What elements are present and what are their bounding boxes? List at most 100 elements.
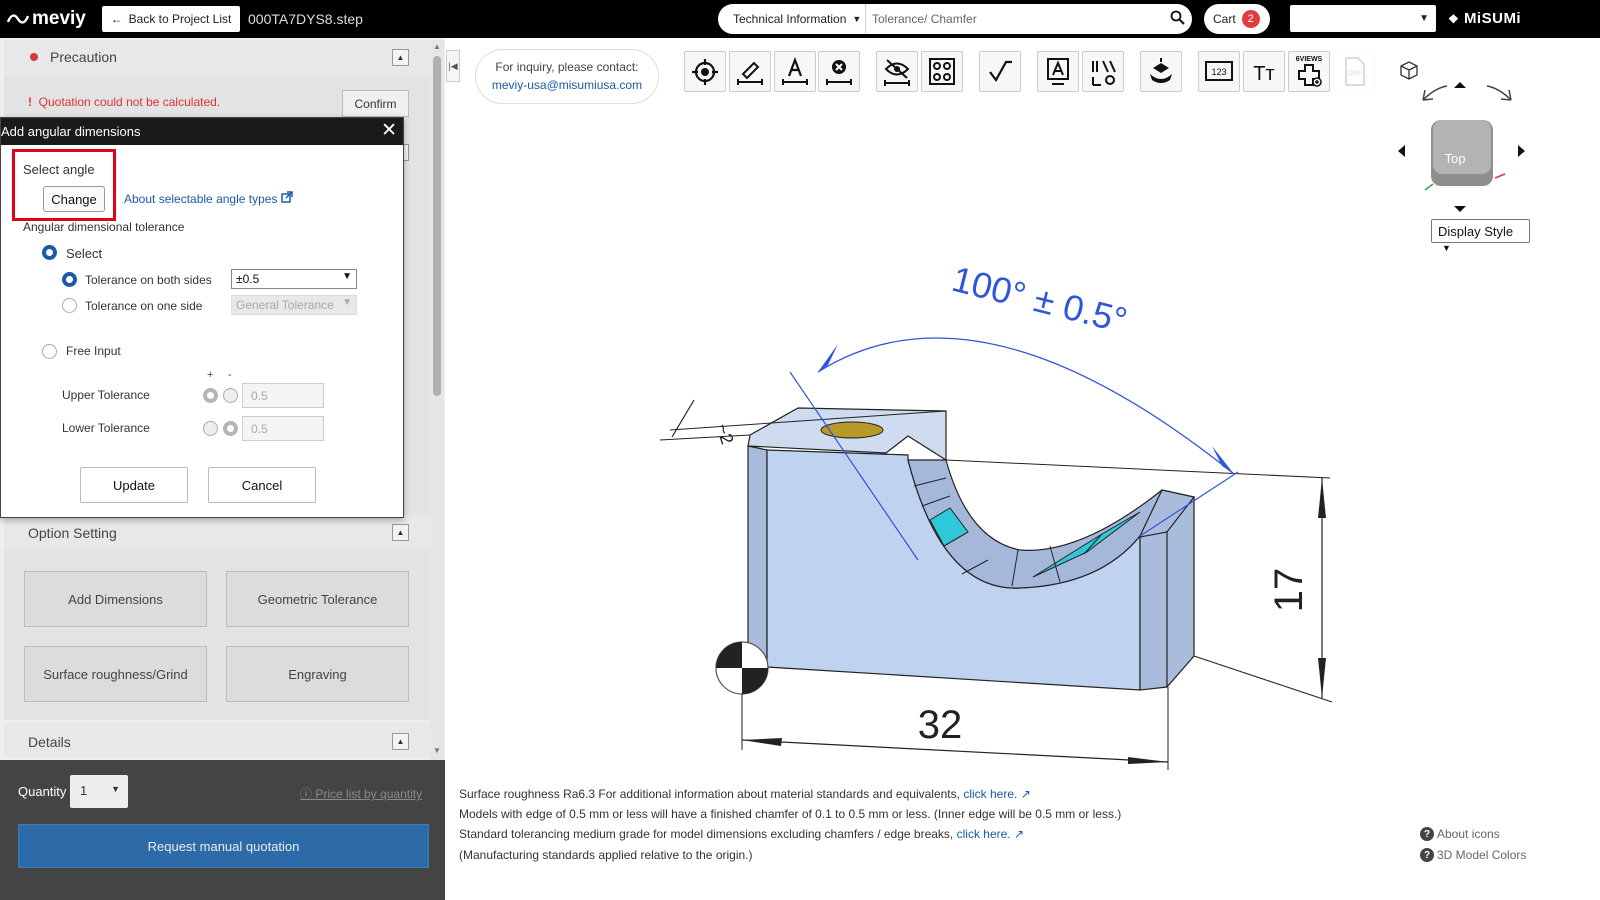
rotate-right-arrow-icon[interactable] <box>1518 145 1525 157</box>
text-dimension-tool-button[interactable] <box>774 51 816 92</box>
viewer-collapse-toggle[interactable]: |◀ <box>446 50 460 82</box>
material-standards-link[interactable]: click here. <box>963 787 1017 801</box>
search-input[interactable]: Tolerance/ Chamfer <box>866 12 1162 26</box>
text-size-icon-text: Tт <box>1253 63 1274 85</box>
inquiry-text: For inquiry, please contact: <box>495 60 639 74</box>
inquiry-email-link[interactable]: meviy-usa@misumiusa.com <box>476 78 658 92</box>
scroll-down-icon[interactable]: ▼ <box>431 746 443 755</box>
surface-roughness-tool-button[interactable] <box>979 51 1021 92</box>
search-icon[interactable] <box>1162 10 1192 29</box>
precaution-collapse-button[interactable]: ▲ <box>392 49 409 66</box>
wireframe-cube-icon[interactable] <box>1400 61 1418 80</box>
upper-tolerance-label: Upper Tolerance <box>62 388 150 402</box>
one-side-tolerance-select[interactable]: General Tolerance ▼ <box>231 295 357 315</box>
cancel-button[interactable]: Cancel <box>208 467 316 503</box>
rotate-up-icon[interactable] <box>1454 82 1466 88</box>
quotation-warning: ! Quotation could not be calculated. <box>28 95 220 109</box>
info-line-1: Surface roughness Ra6.3 For additional i… <box>459 787 1031 801</box>
about-angle-types-link[interactable]: About selectable angle types <box>124 191 293 206</box>
dxf-icon-text: DXF <box>1348 70 1362 77</box>
both-sides-label: Tolerance on both sides <box>85 273 212 287</box>
model-colors-label: 3D Model Colors <box>1437 848 1527 862</box>
free-input-label: Free Input <box>66 344 121 358</box>
counter-tool-button[interactable]: 123 <box>1198 51 1240 92</box>
precaution-title: Precaution <box>50 49 117 65</box>
file-name: 000TA7DYS8.step <box>248 11 363 27</box>
about-icons-link[interactable]: ? About icons <box>1420 827 1500 841</box>
minus-sign-label: - <box>228 369 232 381</box>
option-setting-collapse-button[interactable]: ▲ <box>392 524 409 541</box>
one-side-radio[interactable] <box>62 298 77 313</box>
tolerance-standards-link[interactable]: click here. <box>957 827 1011 841</box>
delete-dimension-tool-button[interactable] <box>818 51 860 92</box>
upper-minus-radio[interactable] <box>223 388 238 403</box>
quantity-select[interactable]: 1 ▼ <box>70 775 128 808</box>
pencil-dimension-icon <box>737 61 763 85</box>
3d-view-tool-button[interactable] <box>1140 51 1182 92</box>
display-style-select[interactable]: Display Style ▼ <box>1431 219 1530 253</box>
number-counter-icon: 123 <box>1205 61 1233 81</box>
chevron-down-icon: ▼ <box>1419 13 1429 24</box>
dxf-file-icon: DXF <box>1345 57 1365 86</box>
hide-dimension-tool-button[interactable] <box>876 51 918 92</box>
request-manual-quotation-button[interactable]: Request manual quotation <box>18 824 429 868</box>
price-list-label: Price list by quantity <box>315 787 423 801</box>
warning-text: Quotation could not be calculated. <box>38 95 221 109</box>
view-cube-widget[interactable]: Top <box>1395 56 1540 216</box>
inquiry-contact-box: For inquiry, please contact: meviy-usa@m… <box>475 49 659 104</box>
language-select[interactable]: ▼ <box>1290 5 1436 32</box>
geometric-tolerance-icon <box>1092 60 1116 86</box>
origin-tool-button[interactable] <box>684 51 726 92</box>
rotate-left-icon[interactable] <box>1422 85 1448 101</box>
rotate-down-icon[interactable] <box>1454 206 1466 212</box>
back-to-project-list-button[interactable]: ← Back to Project List <box>102 6 240 32</box>
meviy-logo[interactable]: meviy <box>6 8 86 30</box>
misumi-brand-logo[interactable]: ❖ MiSUMi <box>1448 10 1521 27</box>
quantity-label: Quantity <box>18 784 67 799</box>
free-input-radio[interactable] <box>42 344 57 359</box>
upper-tolerance-input[interactable]: 0.5 <box>242 383 324 408</box>
about-link-text: About selectable angle types <box>124 192 278 206</box>
price-list-link[interactable]: ⓘ Price list by quantity <box>300 785 422 802</box>
rotate-left-arrow-icon[interactable] <box>1398 145 1405 157</box>
text-size-tool-button[interactable]: Tт <box>1243 51 1285 92</box>
engraving-button[interactable]: Engraving <box>226 646 409 702</box>
hole-tool-button[interactable] <box>921 51 963 92</box>
cart-button[interactable]: Cart 2 <box>1204 4 1270 34</box>
add-dimensions-button[interactable]: Add Dimensions <box>24 571 207 627</box>
six-views-tool-button[interactable]: 6VIEWS <box>1288 51 1330 92</box>
select-radio[interactable] <box>42 245 57 260</box>
details-collapse-button[interactable]: ▲ <box>392 733 409 750</box>
distance-tool-button[interactable] <box>729 51 771 92</box>
about-icons-label: About icons <box>1437 827 1500 841</box>
confirm-button[interactable]: Confirm <box>342 90 409 117</box>
engraving-tool-button[interactable] <box>1037 51 1079 92</box>
scroll-up-icon[interactable]: ▲ <box>431 42 443 51</box>
both-sides-radio[interactable] <box>62 272 77 287</box>
geometric-tolerance-tool-button[interactable] <box>1082 51 1124 92</box>
lower-minus-radio[interactable] <box>223 421 238 436</box>
details-title: Details <box>28 734 71 750</box>
chevron-down-icon: ▼ <box>342 297 352 308</box>
scrollbar-thumb[interactable] <box>433 56 441 396</box>
3d-model-viewport[interactable]: ~2 17 32 100° ± 0.5° <box>650 250 1350 780</box>
both-sides-tolerance-select[interactable]: ±0.5 ▼ <box>231 269 357 289</box>
dialog-title: Add angular dimensions <box>1 124 141 139</box>
close-icon[interactable]: ✕ <box>381 121 397 140</box>
update-button[interactable]: Update <box>80 467 188 503</box>
height-dimension-label: 17 <box>1267 568 1311 613</box>
rotate-right-icon[interactable] <box>1486 85 1512 101</box>
dxf-export-button[interactable]: DXF <box>1333 51 1375 92</box>
tolerance-heading: Angular dimensional tolerance <box>23 220 185 234</box>
lower-plus-radio[interactable] <box>203 421 218 436</box>
search-category-select[interactable]: Technical Information ▼ <box>718 4 866 34</box>
roughness-check-icon <box>989 60 1012 83</box>
change-angle-button[interactable]: Change <box>43 186 105 212</box>
upper-plus-radio[interactable] <box>203 388 218 403</box>
orientation-cube[interactable]: Top <box>1431 120 1493 186</box>
surface-roughness-button[interactable]: Surface roughness/Grind <box>24 646 207 702</box>
width-dimension-label: 32 <box>918 703 963 747</box>
geometric-tolerance-button[interactable]: Geometric Tolerance <box>226 571 409 627</box>
lower-tolerance-input[interactable]: 0.5 <box>242 416 324 441</box>
model-colors-link[interactable]: ? 3D Model Colors <box>1420 848 1526 862</box>
